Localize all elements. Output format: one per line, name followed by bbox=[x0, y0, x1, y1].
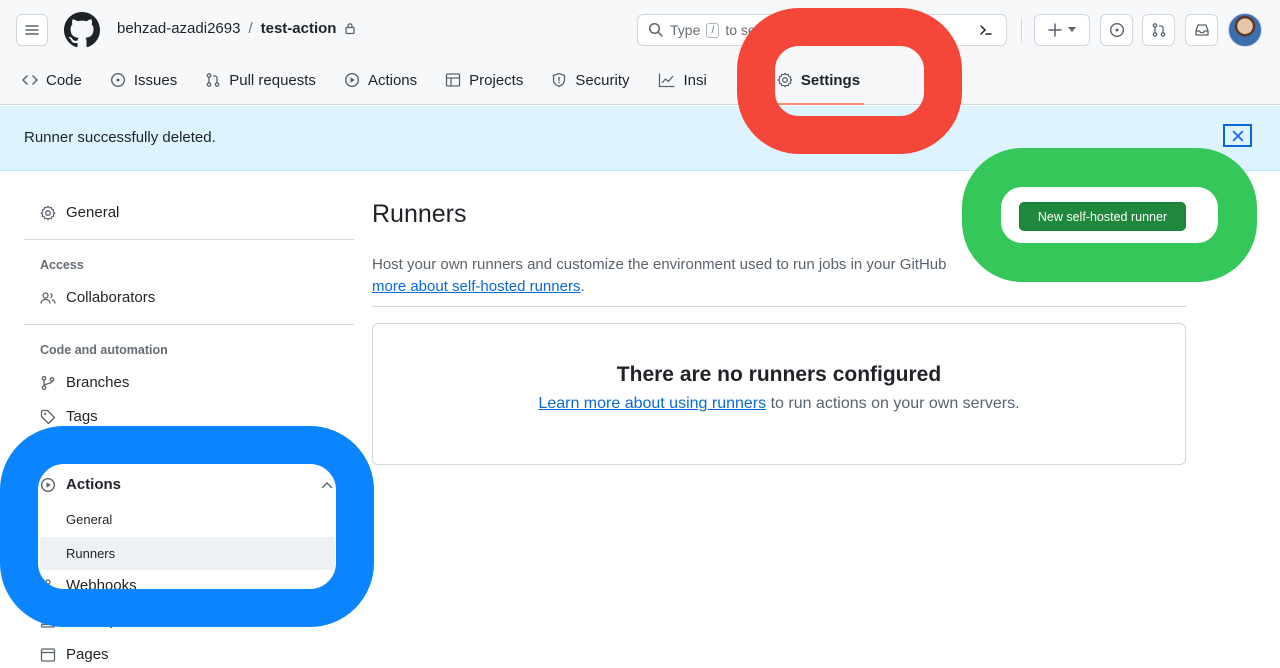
empty-state-text: Learn more about using runners to run ac… bbox=[373, 395, 1185, 413]
tab-code[interactable]: Code bbox=[0, 62, 96, 98]
table-icon bbox=[445, 73, 461, 87]
sidebar-item-label: Collaborators bbox=[66, 289, 156, 306]
sidebar-item-general[interactable]: General bbox=[40, 204, 119, 221]
issue-icon bbox=[110, 72, 125, 88]
graph-icon bbox=[658, 73, 675, 88]
flash-message: Runner successfully deleted. bbox=[24, 129, 216, 146]
sidebar-item-branches[interactable]: Branches bbox=[40, 374, 129, 391]
header-divider bbox=[1021, 18, 1022, 42]
self-hosted-runners-link[interactable]: more about self-hosted runners bbox=[372, 278, 580, 295]
issues-button[interactable] bbox=[1100, 14, 1133, 46]
git-branch-icon bbox=[41, 375, 55, 390]
search-placeholder-prefix: Type bbox=[670, 22, 701, 38]
repo-link[interactable]: test-action bbox=[261, 20, 337, 37]
sidebar-item-label: Pages bbox=[66, 646, 109, 663]
pull-request-icon bbox=[206, 73, 220, 87]
sidebar-item-label: General bbox=[66, 204, 120, 221]
github-logo[interactable] bbox=[64, 12, 100, 48]
sidebar-item-tags[interactable]: Tags bbox=[40, 408, 98, 425]
issue-opened-icon bbox=[1109, 22, 1124, 38]
owner-link[interactable]: behzad-azadi2693 bbox=[117, 20, 240, 37]
gear-icon bbox=[40, 205, 56, 220]
search-icon bbox=[648, 22, 663, 37]
sidebar-item-label: Branches bbox=[66, 374, 130, 391]
browser-icon bbox=[40, 647, 56, 662]
user-avatar[interactable] bbox=[1228, 13, 1262, 47]
empty-state-title: There are no runners configured bbox=[616, 363, 942, 386]
sidebar-group-access: Access bbox=[40, 258, 84, 272]
app-header: behzad-azadi2693 / test-action Type / to… bbox=[0, 0, 1280, 105]
play-icon bbox=[344, 72, 359, 88]
tab-insights[interactable]: Insi bbox=[644, 62, 721, 98]
sidebar-item-collaborators[interactable]: Collaborators bbox=[40, 289, 155, 306]
terminal-icon bbox=[980, 25, 992, 35]
create-new-button[interactable] bbox=[1034, 14, 1090, 46]
tab-issues-label: Issues bbox=[133, 71, 178, 89]
hamburger-icon bbox=[25, 25, 39, 35]
tab-code-label: Code bbox=[46, 71, 82, 89]
tab-pull-requests-label: Pull requests bbox=[229, 71, 316, 89]
page-title: Runners bbox=[372, 200, 467, 228]
tab-security[interactable]: Security bbox=[537, 62, 643, 98]
tab-actions[interactable]: Actions bbox=[330, 62, 431, 98]
menu-button[interactable] bbox=[16, 14, 48, 46]
search-shortcut-key: / bbox=[706, 22, 720, 38]
breadcrumb: behzad-azadi2693 / test-action bbox=[117, 20, 356, 37]
github-icon bbox=[64, 12, 100, 48]
sidebar-item-pages[interactable]: Pages bbox=[40, 646, 109, 663]
actions-runners-highlight bbox=[0, 426, 374, 627]
close-icon bbox=[1232, 130, 1243, 141]
tab-security-label: Security bbox=[575, 71, 630, 89]
tab-projects-label: Projects bbox=[469, 71, 524, 89]
flash-close-button[interactable] bbox=[1223, 124, 1252, 147]
breadcrumb-separator: / bbox=[248, 20, 253, 37]
command-palette-button[interactable] bbox=[974, 19, 998, 41]
inbox-icon bbox=[1194, 24, 1209, 36]
git-pull-request-icon bbox=[1152, 23, 1165, 37]
sidebar-group-code-automation: Code and automation bbox=[40, 343, 168, 357]
description-text: Host your own runners and customize the … bbox=[372, 256, 947, 273]
tab-projects[interactable]: Projects bbox=[431, 62, 537, 98]
tab-pull-requests[interactable]: Pull requests bbox=[191, 62, 330, 98]
sidebar-item-label: Tags bbox=[66, 408, 98, 425]
using-runners-link[interactable]: Learn more about using runners bbox=[538, 395, 766, 412]
new-runner-highlight bbox=[962, 148, 1257, 282]
tab-actions-label: Actions bbox=[367, 71, 418, 89]
tab-insights-label: Insi bbox=[683, 71, 707, 89]
inbox-button[interactable] bbox=[1185, 14, 1218, 46]
pull-requests-button[interactable] bbox=[1142, 14, 1175, 46]
section-divider bbox=[372, 306, 1186, 307]
empty-state: There are no runners configured Learn mo… bbox=[372, 323, 1186, 465]
lock-icon bbox=[345, 23, 356, 35]
tag-icon bbox=[40, 409, 56, 424]
sidebar-divider bbox=[24, 239, 354, 240]
description-period: . bbox=[580, 278, 585, 295]
plus-icon bbox=[1048, 23, 1062, 37]
people-icon bbox=[40, 291, 56, 304]
sidebar-divider bbox=[24, 324, 354, 325]
code-icon bbox=[22, 75, 38, 85]
shield-icon bbox=[553, 72, 566, 88]
empty-state-rest: to run actions on your own servers. bbox=[766, 395, 1020, 412]
settings-highlight bbox=[737, 8, 962, 154]
caret-down-icon bbox=[1068, 27, 1076, 32]
tab-issues[interactable]: Issues bbox=[96, 62, 191, 98]
